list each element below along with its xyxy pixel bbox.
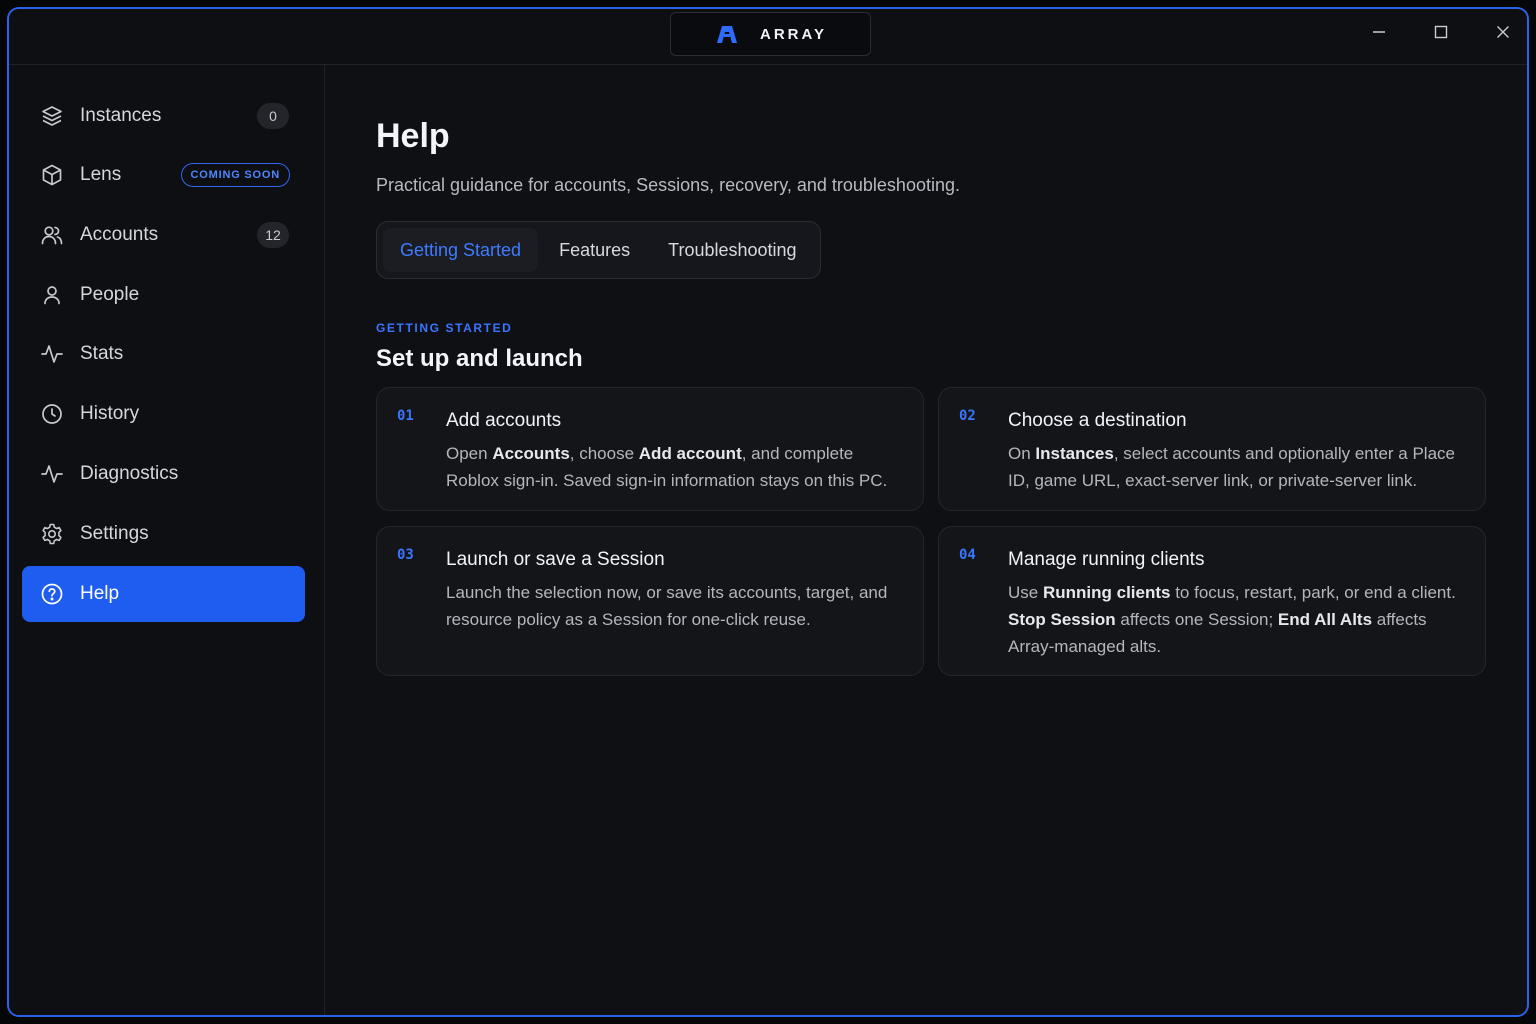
step-card-add-accounts: 01 Add accounts Open Accounts, choose Ad… xyxy=(376,387,924,511)
tab-features[interactable]: Features xyxy=(542,228,647,272)
sidebar-item-label: History xyxy=(80,403,140,424)
step-title: Manage running clients xyxy=(1008,549,1205,570)
body-text: Launch the selection now, or save its ac… xyxy=(446,583,888,629)
sidebar-item-instances[interactable]: Instances 0 xyxy=(22,88,305,144)
maximize-button[interactable] xyxy=(1419,19,1463,49)
step-title: Launch or save a Session xyxy=(446,549,665,570)
step-card-launch-session: 03 Launch or save a Session Launch the s… xyxy=(376,526,924,676)
users-icon xyxy=(40,223,64,247)
maximize-icon xyxy=(1434,25,1448,44)
title-bar[interactable]: ARRAY xyxy=(9,9,1527,65)
body-text: , choose xyxy=(569,444,639,463)
cube-icon xyxy=(40,163,64,187)
app-brand: ARRAY xyxy=(670,12,871,56)
sidebar-item-stats[interactable]: Stats xyxy=(22,326,305,382)
emphasis-text: Instances xyxy=(1035,444,1114,463)
user-icon xyxy=(40,283,64,307)
page-title: Help xyxy=(376,117,450,155)
app-name: ARRAY xyxy=(760,25,827,43)
sidebar-item-label: Diagnostics xyxy=(80,463,179,484)
step-title: Add accounts xyxy=(446,410,562,431)
step-number: 03 xyxy=(397,547,414,563)
body-text: Open xyxy=(446,444,493,463)
emphasis-text: Stop Session xyxy=(1008,610,1116,629)
step-number: 01 xyxy=(397,408,414,424)
sidebar-item-history[interactable]: History xyxy=(22,386,305,442)
body-text: On xyxy=(1008,444,1036,463)
emphasis-text: Running clients xyxy=(1042,583,1171,602)
emphasis-text: Accounts xyxy=(492,444,570,463)
step-description: On Instances, select accounts and option… xyxy=(1008,440,1467,494)
emphasis-text: End All Alts xyxy=(1277,610,1373,629)
count-badge: 0 xyxy=(257,103,289,129)
array-logo-icon xyxy=(714,24,740,44)
sidebar: Instances 0 Lens COMING SOON Accounts 12… xyxy=(9,65,325,1015)
sidebar-item-label: Accounts xyxy=(80,224,159,245)
step-number: 04 xyxy=(959,547,976,563)
count-badge: 12 xyxy=(257,222,289,248)
sidebar-item-label: People xyxy=(80,284,140,305)
sidebar-item-label: Stats xyxy=(80,343,124,364)
sidebar-item-help[interactable]: Help xyxy=(22,566,305,622)
body-text: Use xyxy=(1008,583,1043,602)
minimize-button[interactable] xyxy=(1357,19,1401,49)
tab-troubleshooting[interactable]: Troubleshooting xyxy=(651,228,813,272)
section-title: Set up and launch xyxy=(376,345,583,372)
sidebar-item-label: Settings xyxy=(80,523,149,544)
step-description: Launch the selection now, or save its ac… xyxy=(446,579,905,633)
emphasis-text: Add account xyxy=(638,444,742,463)
body-text: to focus, restart, park, or end a client… xyxy=(1170,583,1456,602)
sidebar-item-diagnostics[interactable]: Diagnostics xyxy=(22,446,305,502)
sidebar-item-label: Help xyxy=(80,583,120,604)
app-window: ARRAY Instances 0 Lens COMING SOON Accou… xyxy=(7,7,1529,1017)
sidebar-item-label: Lens xyxy=(80,164,122,185)
help-circle-icon xyxy=(40,582,64,606)
main-content: Help Practical guidance for accounts, Se… xyxy=(326,65,1527,1015)
step-description: Open Accounts, choose Add account, and c… xyxy=(446,440,905,494)
layers-icon xyxy=(40,104,64,128)
step-title: Choose a destination xyxy=(1008,410,1187,431)
clock-icon xyxy=(40,402,64,426)
step-description: Use Running clients to focus, restart, p… xyxy=(1008,579,1467,660)
page-subtitle: Practical guidance for accounts, Session… xyxy=(376,175,960,195)
close-button[interactable] xyxy=(1481,19,1525,49)
close-icon xyxy=(1496,25,1510,44)
step-number: 02 xyxy=(959,408,976,424)
step-card-choose-destination: 02 Choose a destination On Instances, se… xyxy=(938,387,1486,511)
tab-getting-started[interactable]: Getting Started xyxy=(383,228,539,272)
body-text: affects one Session; xyxy=(1115,610,1278,629)
sidebar-item-settings[interactable]: Settings xyxy=(22,506,305,562)
gear-icon xyxy=(40,522,64,546)
sidebar-item-lens[interactable]: Lens COMING SOON xyxy=(22,147,305,203)
section-eyebrow: GETTING STARTED xyxy=(376,321,513,335)
sidebar-item-label: Instances xyxy=(80,105,162,126)
help-tabs: Getting Started Features Troubleshooting xyxy=(376,221,821,279)
sidebar-item-people[interactable]: People xyxy=(22,267,305,323)
minimize-icon xyxy=(1372,25,1386,44)
activity-icon xyxy=(40,462,64,486)
sidebar-item-accounts[interactable]: Accounts 12 xyxy=(22,207,305,263)
activity-icon xyxy=(40,342,64,366)
step-card-manage-clients: 04 Manage running clients Use Running cl… xyxy=(938,526,1486,676)
coming-soon-badge: COMING SOON xyxy=(180,163,290,187)
